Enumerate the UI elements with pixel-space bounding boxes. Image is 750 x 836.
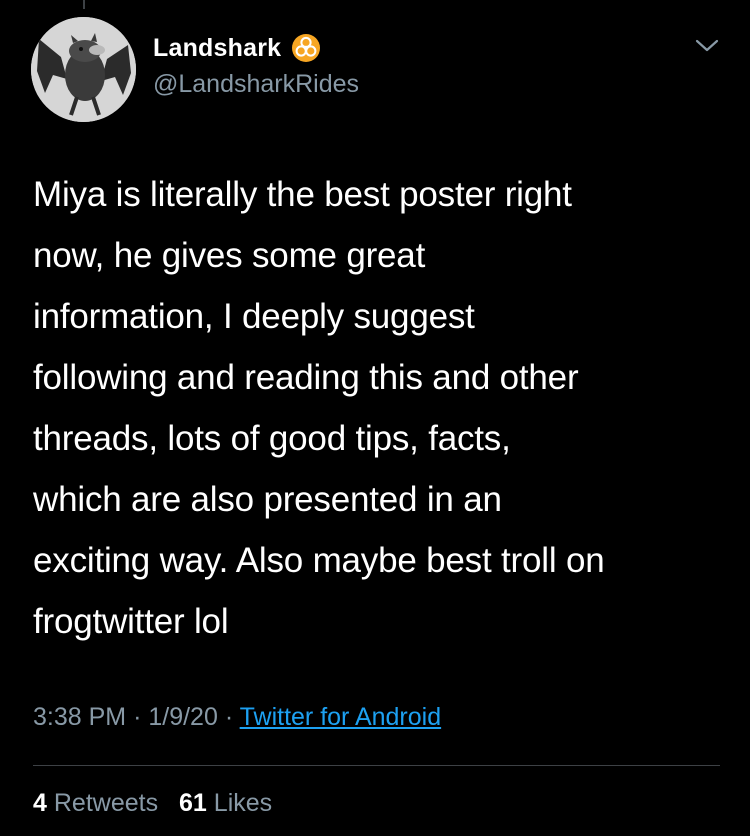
likes-label: Likes [213, 789, 273, 817]
meta-separator: · [224, 703, 234, 731]
avatar[interactable] [31, 17, 136, 122]
likes-count: 61 [179, 789, 207, 817]
user-handle[interactable]: @LandsharkRides [153, 70, 359, 99]
tweet-time: 3:38 PM [33, 703, 127, 731]
engagement-stats: 4 Retweets 61 Likes [33, 789, 272, 818]
tweet-author[interactable]: Landshark @LandsharkRides [153, 32, 359, 99]
retweets-label: Retweets [53, 789, 159, 817]
tweet-text: Miya is literally the best poster right … [33, 175, 605, 641]
tweet-date: 1/9/20 [148, 703, 218, 731]
retweets-stat[interactable]: 4 Retweets [33, 789, 158, 817]
thread-connector-line [83, 0, 85, 9]
tweet-source-link[interactable]: Twitter for Android [240, 703, 441, 731]
display-name[interactable]: Landshark [153, 34, 281, 63]
meta-separator: · [133, 703, 142, 731]
biohazard-icon [292, 34, 321, 62]
divider [33, 765, 720, 766]
chevron-down-icon[interactable] [694, 36, 720, 56]
author-name-row: Landshark [153, 32, 359, 64]
tweet-metadata: 3:38 PM · 1/9/20 · Twitter for Android [33, 703, 441, 732]
retweets-count: 4 [33, 789, 47, 817]
bat-avatar-icon [31, 17, 136, 122]
likes-stat[interactable]: 61 Likes [179, 789, 272, 817]
